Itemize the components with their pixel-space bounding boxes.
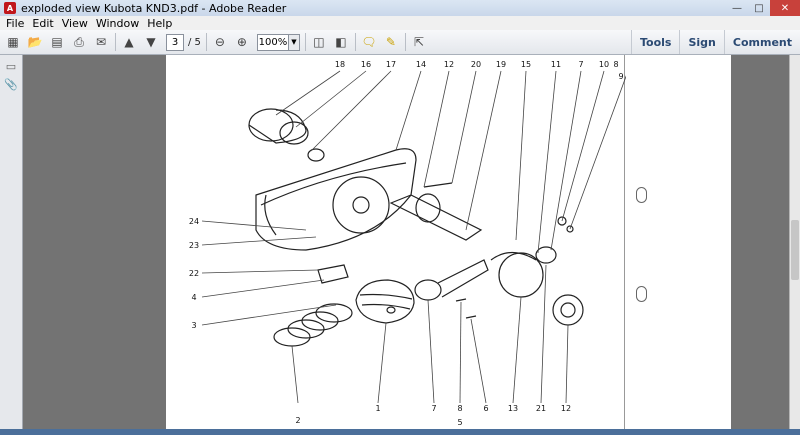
close-button[interactable]: ✕	[770, 0, 800, 16]
print-icon[interactable]: ⎙	[70, 33, 88, 51]
document-canvas: 18 16 17 14 12 20 19 15 11 7 10 8 9 24 2…	[23, 55, 790, 429]
binder-hole	[636, 286, 647, 302]
exploded-view-drawing: 18 16 17 14 12 20 19 15 11 7 10 8 9 24 2…	[189, 60, 626, 427]
menu-window[interactable]: Window	[96, 17, 139, 30]
callout-label: 12	[561, 404, 571, 413]
adobe-reader-icon: A	[4, 2, 16, 14]
zoom-out-icon[interactable]: ⊖	[211, 33, 229, 51]
callout-label: 12	[444, 60, 454, 69]
save-icon[interactable]: ▤	[48, 33, 66, 51]
menu-edit[interactable]: Edit	[32, 17, 53, 30]
toolbar-divider	[205, 33, 207, 51]
title-bar: A exploded view Kubota KND3.pdf - Adobe …	[0, 0, 800, 16]
chevron-down-icon[interactable]: ▼	[288, 33, 300, 51]
menu-file[interactable]: File	[6, 17, 24, 30]
toolbar-divider	[115, 33, 116, 51]
taskbar	[0, 429, 800, 435]
previous-page-icon[interactable]: ▲	[120, 33, 138, 51]
callout-label: 8	[613, 60, 618, 69]
tools-button[interactable]: Tools	[631, 30, 679, 54]
callout-label: 16	[361, 60, 371, 69]
menu-bar: File Edit View Window Help	[0, 16, 800, 30]
callout-label: 19	[496, 60, 506, 69]
callout-label: 23	[189, 241, 199, 250]
zoom-in-icon[interactable]: ⊕	[233, 33, 251, 51]
callout-label: 10	[599, 60, 609, 69]
fit-page-icon[interactable]: ◫	[310, 33, 328, 51]
maximize-button[interactable]: □	[748, 0, 770, 16]
callout-label: 24	[189, 217, 199, 226]
callout-label: 20	[471, 60, 481, 69]
navigation-panel: ▭ 📎	[0, 55, 23, 429]
window-title: exploded view Kubota KND3.pdf - Adobe Re…	[21, 1, 287, 15]
create-pdf-icon[interactable]: ▦	[4, 33, 22, 51]
callout-label: 22	[189, 269, 199, 278]
task-buttons: Tools Sign Comment	[631, 30, 800, 54]
callout-label: 2	[295, 416, 300, 425]
callout-label: 18	[335, 60, 345, 69]
callout-label: 1	[375, 404, 380, 413]
page-total: / 5	[188, 36, 201, 48]
next-page-icon[interactable]: ▼	[142, 33, 160, 51]
callout-label: 21	[536, 404, 546, 413]
fit-width-icon[interactable]: ◧	[332, 33, 350, 51]
scrollbar-thumb[interactable]	[791, 220, 799, 280]
page-number-input[interactable]: 3	[166, 33, 184, 51]
menu-help[interactable]: Help	[147, 17, 172, 30]
callout-label: 3	[191, 321, 196, 330]
toolbar-divider	[354, 33, 356, 51]
toolbar-divider	[404, 33, 406, 51]
callout-label: 5	[457, 418, 462, 427]
callout-label: 7	[431, 404, 436, 413]
open-icon[interactable]: 📂	[26, 33, 44, 51]
expand-icon[interactable]: ⇱	[410, 33, 428, 51]
callout-label: 11	[551, 60, 561, 69]
comment-icon[interactable]: 🗨	[360, 33, 378, 51]
sign-button[interactable]: Sign	[679, 30, 723, 54]
callout-label: 7	[578, 60, 583, 69]
callout-label: 4	[191, 293, 196, 302]
zoom-input[interactable]: 100%	[256, 33, 289, 51]
vertical-scrollbar[interactable]	[789, 55, 800, 429]
callout-label: 8	[457, 404, 462, 413]
email-icon[interactable]: ✉	[92, 33, 110, 51]
callout-label: 9	[618, 72, 623, 81]
pages-icon[interactable]: ▭	[4, 59, 18, 73]
comment-button[interactable]: Comment	[723, 30, 800, 54]
attachment-icon[interactable]: 📎	[4, 77, 18, 91]
minimize-button[interactable]: —	[726, 0, 748, 16]
callout-label: 13	[508, 404, 518, 413]
callout-label: 6	[483, 404, 488, 413]
pdf-page: 18 16 17 14 12 20 19 15 11 7 10 8 9 24 2…	[166, 55, 731, 429]
toolbar-divider	[304, 33, 306, 51]
menu-view[interactable]: View	[62, 17, 88, 30]
callout-label: 14	[416, 60, 426, 69]
callout-label: 17	[386, 60, 396, 69]
callout-label: 15	[521, 60, 531, 69]
binder-hole	[636, 187, 647, 203]
highlight-icon[interactable]: ✎	[382, 33, 400, 51]
